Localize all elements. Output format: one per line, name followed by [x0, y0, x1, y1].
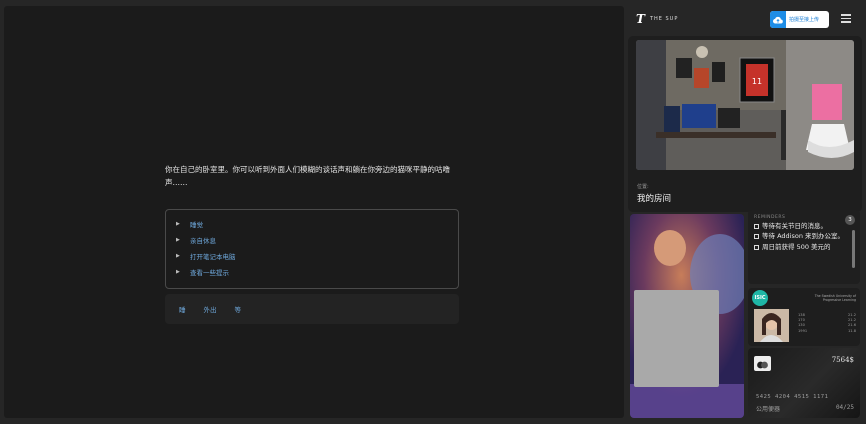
sidebar: T THE SUP 拍摄至接上传 11 位置: 我的房间 REMINDERS 3…: [628, 6, 862, 418]
choice-sleep[interactable]: ▶ 睡觉: [176, 216, 458, 232]
reminder-item: 等待 Addison 来到办公室。: [754, 232, 854, 241]
card-chip-icon: [754, 356, 771, 371]
sleep-action[interactable]: 睡: [179, 304, 186, 314]
reminder-item: 周日前获得 500 美元的: [754, 243, 854, 252]
upload-button[interactable]: 拍摄至接上传: [770, 11, 829, 28]
social-feed-card[interactable]: [630, 214, 744, 418]
cloud-upload-icon: [770, 11, 786, 28]
hamburger-menu-icon[interactable]: [841, 14, 851, 23]
location-name: 我的房间: [637, 194, 672, 204]
choice-label: 查看一些提示: [190, 269, 229, 277]
choice-label: 打开笔记本电脑: [190, 253, 236, 261]
isic-badge: ISIC: [752, 290, 768, 306]
checkbox-icon: [754, 244, 759, 250]
university-name: The Swedish University of Progressive Le…: [814, 294, 856, 302]
narration-text: 你在自己的卧室里。你可以听到外面人们模糊的谈话声和躺在你旁边的猫咪平静的咕噜声……: [165, 165, 450, 187]
choice-label: 亲自休息: [190, 237, 216, 245]
choice-label: 睡觉: [190, 221, 203, 229]
reminders-scrollbar[interactable]: [852, 230, 855, 268]
choice-view-hints[interactable]: ▶ 查看一些提示: [176, 264, 458, 280]
go-out-action[interactable]: 外出: [204, 304, 217, 314]
bank-card[interactable]: 7564$ 5425 4204 4515 1171 公用便器 04/25: [748, 348, 860, 418]
triangle-right-icon: ▶: [176, 253, 180, 259]
card-number: 5425 4204 4515 1171: [756, 394, 829, 400]
reminders-count-badge: 3: [845, 215, 855, 225]
choice-list: ▶ 睡觉 ▶ 亲自休息 ▶ 打开笔记本电脑 ▶ 查看一些提示: [165, 209, 459, 289]
reminders-title: REMINDERS: [754, 215, 786, 220]
card-expiry: 04/25: [835, 404, 854, 411]
reminder-text: 周日前获得 500 美元的: [762, 242, 831, 251]
bedroom-image: 11: [636, 40, 854, 170]
svg-text:11: 11: [752, 77, 762, 86]
reminders-card[interactable]: REMINDERS 3 等待有关节日的消息。 等待 Addison 来到办公室。…: [748, 210, 860, 284]
choice-open-laptop[interactable]: ▶ 打开笔记本电脑: [176, 248, 458, 264]
triangle-right-icon: ▶: [176, 221, 180, 227]
checkbox-icon: [754, 223, 759, 229]
logo: T THE SUP: [636, 12, 678, 26]
reminder-text: 等待 Addison 来到办公室。: [762, 232, 845, 240]
reminder-item: 等待有关节日的消息。: [754, 222, 854, 231]
choice-rest[interactable]: ▶ 亲自休息: [176, 232, 458, 248]
logo-text: THE SUP: [649, 16, 679, 22]
triangle-right-icon: ▶: [176, 237, 180, 243]
action-bar: 睡 外出 等: [165, 294, 459, 324]
student-id-card[interactable]: ISIC The Swedish University of Progressi…: [748, 288, 860, 346]
location-label: 位置:: [637, 184, 649, 190]
sidebar-header: T THE SUP 拍摄至接上传: [628, 6, 862, 32]
wait-action[interactable]: 等: [235, 304, 242, 314]
card-holder: 公用便器: [756, 406, 781, 413]
id-stats: 138 21.2 170 21.2 130 21.6 1991 11.8: [798, 313, 856, 334]
id-row: 1991 11.8: [798, 328, 856, 333]
censored-block: [634, 290, 719, 387]
checkbox-icon: [754, 234, 759, 239]
reminder-text: 等待有关节日的消息。: [762, 221, 827, 230]
student-photo: [754, 309, 789, 342]
triangle-right-icon: ▶: [176, 269, 180, 275]
upload-label: 拍摄至接上传: [789, 17, 820, 23]
game-window: 你在自己的卧室里。你可以听到外面人们模糊的谈话声和躺在你旁边的猫咪平静的咕噜声……: [0, 0, 866, 424]
logo-mark: T: [636, 12, 645, 26]
story-panel: 你在自己的卧室里。你可以听到外面人们模糊的谈话声和躺在你旁边的猫咪平静的咕噜声……: [4, 6, 624, 418]
card-balance: 7564$: [831, 356, 854, 364]
location-card[interactable]: 11 位置: 我的房间: [628, 36, 862, 212]
